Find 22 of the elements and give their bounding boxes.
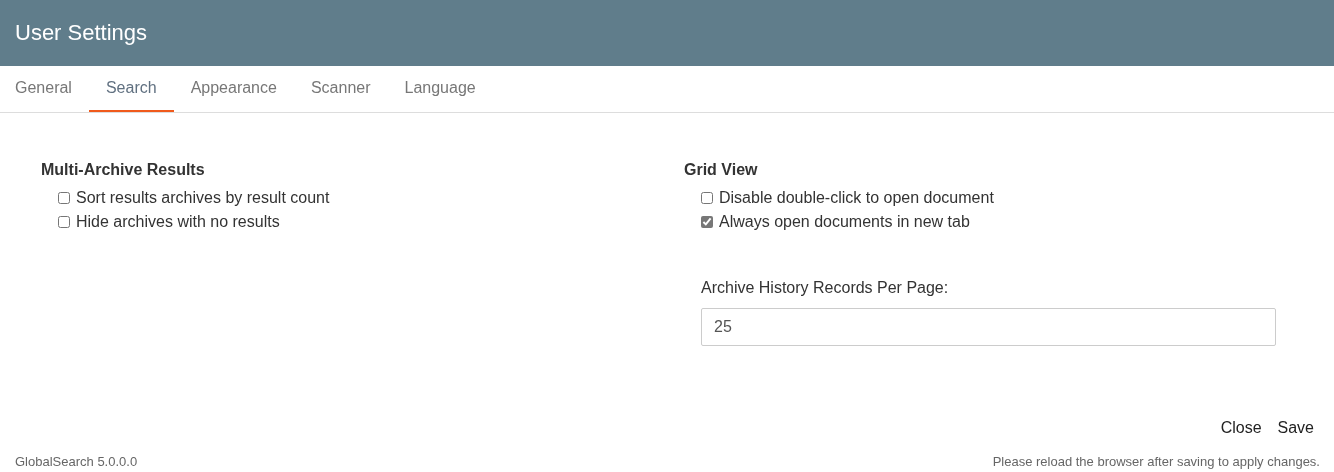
checkbox[interactable]: [701, 192, 713, 204]
input-field[interactable]: 25: [701, 308, 1276, 346]
checkbox-label[interactable]: Sort results archives by result count: [76, 186, 330, 210]
checkbox-label[interactable]: Always open documents in new tab: [719, 210, 970, 234]
section-title: Grid View: [684, 160, 759, 180]
checkbox[interactable]: [58, 216, 70, 228]
tab[interactable]: Appearance: [173, 66, 294, 112]
checkbox-label[interactable]: Hide archives with no results: [76, 210, 280, 234]
tab[interactable]: Search: [88, 66, 174, 112]
tab[interactable]: General: [0, 66, 89, 112]
window-title: User Settings: [15, 19, 148, 47]
checkbox[interactable]: [58, 192, 70, 204]
reload-note: Please reload the browser after saving to apply changes.: [992, 453, 1320, 471]
action-button[interactable]: Save: [1271, 416, 1320, 440]
action-button[interactable]: Close: [1214, 416, 1268, 440]
checkbox[interactable]: [701, 216, 713, 228]
version-text: GlobalSearch 5.0.0.0: [15, 453, 138, 471]
tab[interactable]: Scanner: [293, 66, 388, 112]
section-title: Multi-Archive Results: [41, 160, 206, 180]
field-label: Archive History Records Per Page:: [701, 278, 950, 298]
checkbox-label[interactable]: Disable double-click to open document: [719, 186, 994, 210]
tab[interactable]: Language: [387, 66, 493, 112]
